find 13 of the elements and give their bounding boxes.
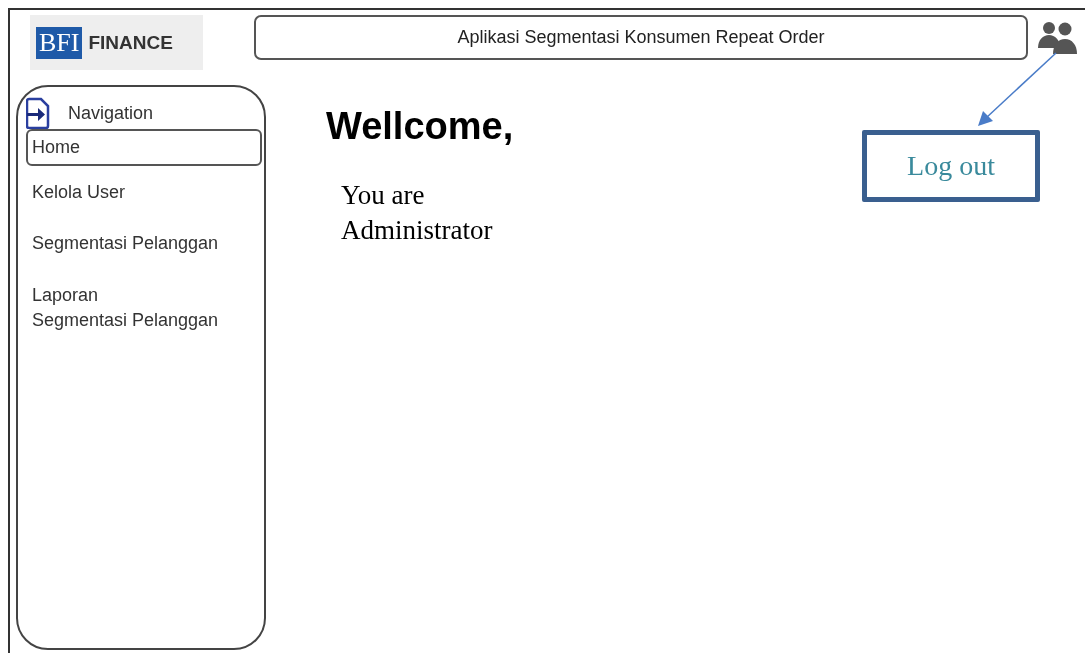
logo-mark: BFI (36, 26, 83, 59)
logo-text: FINANCE (88, 31, 173, 54)
users-icon[interactable] (1036, 20, 1078, 54)
nav-item[interactable]: Home (26, 129, 262, 167)
nav-item[interactable]: Laporan Segmentasi Pelanggan (26, 276, 262, 339)
welcome-heading: Wellcome, (326, 105, 514, 148)
logout-button[interactable]: Log out (862, 130, 1040, 202)
nav-item[interactable]: Kelola User (26, 174, 262, 212)
navigation-title: Navigation (68, 102, 154, 124)
nav-item[interactable]: Segmentasi Pelanggan (26, 225, 262, 263)
role-text: You are Administrator (341, 179, 494, 248)
login-icon (26, 97, 50, 129)
app-title: Aplikasi Segmentasi Konsumen Repeat Order (457, 27, 825, 48)
